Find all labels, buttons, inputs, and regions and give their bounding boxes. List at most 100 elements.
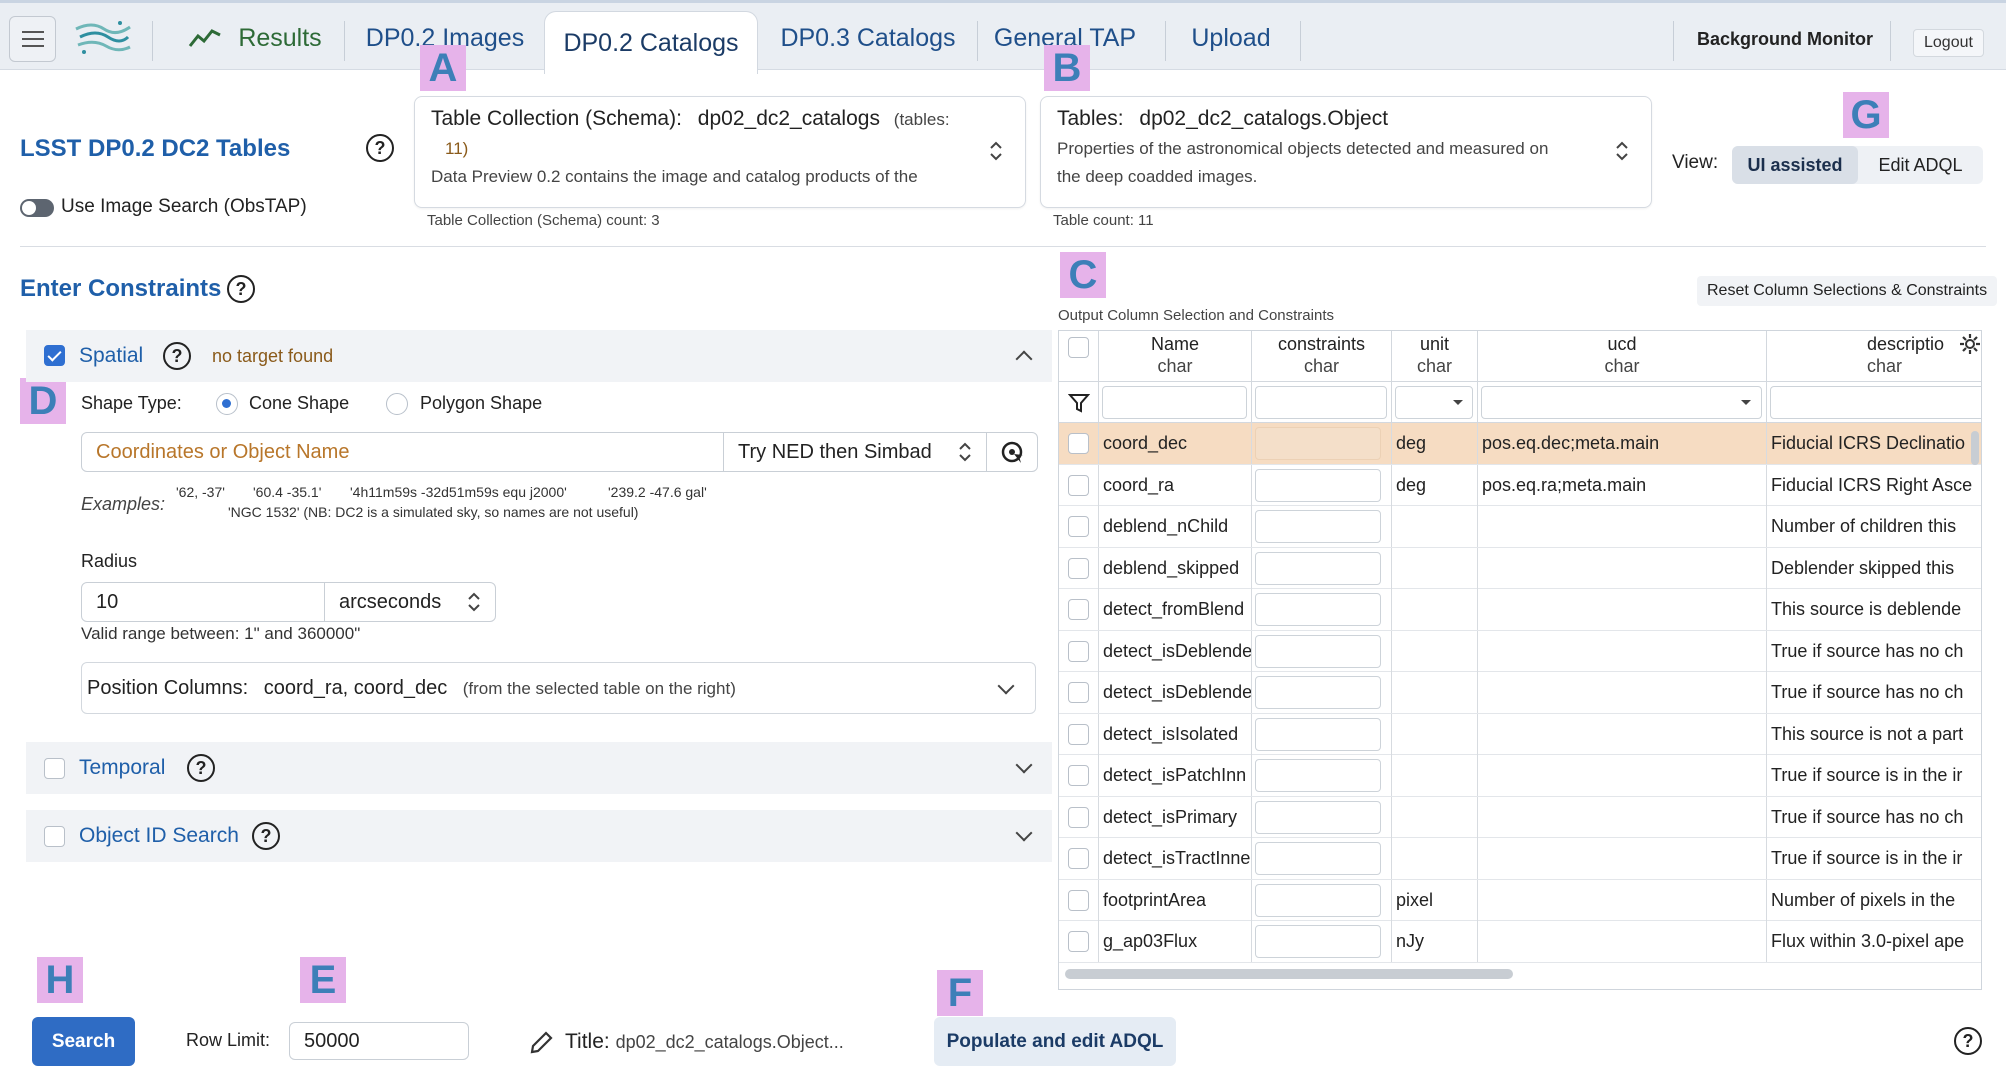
help-icon[interactable]: ? xyxy=(366,134,394,162)
help-icon[interactable]: ? xyxy=(187,754,215,782)
populate-edit-adql-button[interactable]: Populate and edit ADQL xyxy=(934,1017,1176,1066)
gear-icon[interactable] xyxy=(1959,333,1981,355)
pencil-edit-icon[interactable] xyxy=(528,1030,554,1056)
constraint-input[interactable] xyxy=(1255,925,1381,958)
unit-filter-select[interactable] xyxy=(1395,386,1473,419)
constraint-input[interactable] xyxy=(1255,593,1381,626)
view-ui-assisted-button[interactable]: UI assisted xyxy=(1732,146,1858,184)
table-row[interactable]: footprintArea pixel Number of pixels in th… xyxy=(1059,879,1981,921)
column-header-name[interactable]: Name char xyxy=(1099,331,1252,381)
object-id-section-header[interactable]: Object ID Search ? xyxy=(26,810,1052,862)
example-3[interactable]: '4h11m59s -32d51m59s equ j2000' xyxy=(350,484,567,500)
help-icon[interactable]: ? xyxy=(252,822,280,850)
filter-icon[interactable] xyxy=(1068,392,1090,414)
spatial-checkbox[interactable] xyxy=(44,345,65,366)
coordinates-input[interactable]: Coordinates or Object Name xyxy=(81,432,724,472)
row-limit-input[interactable]: 50000 xyxy=(289,1022,469,1060)
column-header-description[interactable]: descriptio char xyxy=(1767,331,1981,381)
expand-icon[interactable] xyxy=(1015,824,1033,842)
help-icon[interactable]: ? xyxy=(227,275,255,303)
object-id-checkbox[interactable] xyxy=(44,826,65,847)
expand-icon[interactable] xyxy=(1015,756,1033,774)
tab-results[interactable]: Results xyxy=(180,3,330,73)
row-checkbox[interactable] xyxy=(1068,474,1089,496)
row-checkbox[interactable] xyxy=(1068,931,1089,952)
column-header-constraints[interactable]: constraints char xyxy=(1252,331,1392,381)
title-value[interactable]: dp02_dc2_catalogs.Object... xyxy=(616,1032,844,1052)
view-edit-adql-button[interactable]: Edit ADQL xyxy=(1858,146,1983,184)
constraint-input[interactable] xyxy=(1255,634,1381,668)
table-row[interactable]: detect_isPatchInn True if source is in th… xyxy=(1059,755,1981,797)
table-row[interactable]: coord_dec deg pos.eq.dec;meta.main Fiducial… xyxy=(1059,423,1981,465)
temporal-section-header[interactable]: Temporal ? xyxy=(26,742,1052,794)
constraint-input[interactable] xyxy=(1255,717,1381,751)
row-checkbox[interactable] xyxy=(1068,723,1089,745)
constraint-input[interactable] xyxy=(1255,759,1381,792)
reset-columns-button[interactable]: Reset Column Selections & Constraints xyxy=(1697,276,1998,306)
tab-dp03-catalogs[interactable]: DP0.3 Catalogs xyxy=(770,3,966,73)
constraint-input[interactable] xyxy=(1255,468,1381,502)
page-title[interactable]: LSST DP0.2 DC2 Tables xyxy=(20,135,290,163)
row-checkbox[interactable] xyxy=(1068,848,1089,869)
ucd-filter-select[interactable] xyxy=(1481,386,1762,419)
radius-input[interactable]: 10 xyxy=(81,582,325,622)
tab-dp02-catalogs[interactable]: DP0.2 Catalogs xyxy=(544,11,758,74)
constraint-input[interactable] xyxy=(1255,551,1381,585)
constraint-input[interactable] xyxy=(1255,510,1381,543)
search-button[interactable]: Search xyxy=(32,1017,135,1066)
column-header-ucd[interactable]: ucd char xyxy=(1478,331,1767,381)
background-monitor-button[interactable]: Background Monitor xyxy=(1697,29,1873,50)
row-checkbox[interactable] xyxy=(1068,806,1089,828)
column-header-unit[interactable]: unit char xyxy=(1392,331,1478,381)
horizontal-scrollbar[interactable] xyxy=(1065,969,1513,979)
schema-selector[interactable]: Table Collection (Schema): dp02_dc2_cata… xyxy=(414,96,1026,208)
table-row[interactable]: detect_fromBlend This source is deblende xyxy=(1059,589,1981,631)
resolver-select[interactable]: Try NED then Simbad xyxy=(723,432,987,472)
table-row[interactable]: g_ap03Flux nJy Flux within 3.0-pixel ape xyxy=(1059,921,1981,963)
table-row[interactable]: detect_isDeblende True if source has no c… xyxy=(1059,630,1981,672)
spatial-section-header[interactable]: Spatial ? no target found xyxy=(26,330,1052,382)
row-checkbox[interactable] xyxy=(1068,433,1089,454)
example-4[interactable]: '239.2 -47.6 gal' xyxy=(608,484,707,500)
table-row[interactable]: deblend_nChild Number of children this xyxy=(1059,506,1981,548)
vertical-scrollbar[interactable] xyxy=(1971,431,1979,465)
row-checkbox[interactable] xyxy=(1068,889,1089,911)
polygon-shape-radio[interactable] xyxy=(386,393,408,415)
position-columns-selector[interactable]: Position Columns: coord_ra, coord_dec (f… xyxy=(81,662,1036,714)
cone-shape-radio[interactable] xyxy=(216,393,238,415)
example-2[interactable]: '60.4 -35.1' xyxy=(253,484,321,500)
example-5[interactable]: 'NGC 1532' (NB: DC2 is a simulated sky, … xyxy=(228,504,638,520)
table-row[interactable]: detect_isDeblende True if source has no c… xyxy=(1059,672,1981,714)
help-icon[interactable]: ? xyxy=(163,342,191,370)
constraint-input[interactable] xyxy=(1255,676,1381,709)
table-row[interactable]: detect_isPrimary True if source has no ch xyxy=(1059,796,1981,838)
temporal-checkbox[interactable] xyxy=(44,758,65,779)
logout-button[interactable]: Logout xyxy=(1913,29,1984,57)
row-checkbox[interactable] xyxy=(1068,682,1089,703)
radius-units-select[interactable]: arcseconds xyxy=(324,582,496,622)
constraint-input[interactable] xyxy=(1255,883,1381,917)
obstap-toggle[interactable] xyxy=(20,199,54,217)
row-checkbox[interactable] xyxy=(1068,516,1089,537)
row-checkbox[interactable] xyxy=(1068,557,1089,579)
tab-upload[interactable]: Upload xyxy=(1176,3,1286,73)
collapse-icon[interactable] xyxy=(1015,350,1033,368)
row-checkbox[interactable] xyxy=(1068,599,1089,620)
constraint-input[interactable] xyxy=(1255,427,1381,460)
table-row[interactable]: deblend_skipped Deblender skipped this xyxy=(1059,547,1981,589)
constraints-filter-input[interactable] xyxy=(1255,386,1387,419)
constraint-input[interactable] xyxy=(1255,800,1381,834)
table-row[interactable]: coord_ra deg pos.eq.ra;meta.main Fiducial I… xyxy=(1059,464,1981,506)
target-pick-button[interactable] xyxy=(986,432,1038,472)
help-icon[interactable]: ? xyxy=(1954,1027,1982,1055)
hamburger-menu-button[interactable] xyxy=(9,16,56,62)
example-1[interactable]: '62, -37' xyxy=(176,484,225,500)
expand-icon[interactable] xyxy=(997,677,1015,695)
constraint-input[interactable] xyxy=(1255,842,1381,875)
description-filter-input[interactable] xyxy=(1770,386,1981,419)
table-row[interactable]: detect_isIsolated This source is not a pa… xyxy=(1059,713,1981,755)
table-row[interactable]: detect_isTractInne True if source is in t… xyxy=(1059,838,1981,880)
select-all-checkbox[interactable] xyxy=(1068,337,1089,358)
row-checkbox[interactable] xyxy=(1068,640,1089,662)
row-checkbox[interactable] xyxy=(1068,765,1089,786)
